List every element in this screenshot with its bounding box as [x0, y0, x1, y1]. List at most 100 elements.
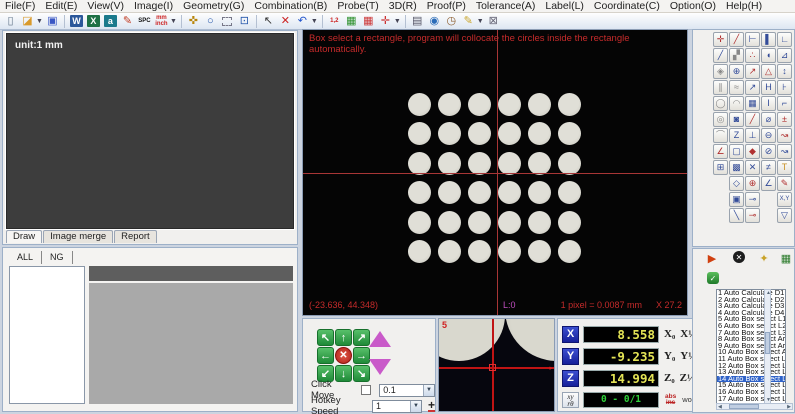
- delete-icon[interactable]: ✕: [277, 14, 293, 29]
- open-file-icon[interactable]: ◪: [20, 14, 36, 29]
- palette-tool-r9c3[interactable]: ✕: [745, 160, 760, 175]
- tab-report[interactable]: Report: [114, 230, 157, 243]
- export-pdf-icon[interactable]: ✎: [119, 14, 135, 29]
- palette-tool-r5c3[interactable]: ▦: [745, 96, 760, 111]
- dropdown-arrow-icon[interactable]: ▼: [170, 18, 177, 25]
- palette-tool-r8c1[interactable]: ∠: [713, 144, 728, 159]
- tab-draw[interactable]: Draw: [6, 230, 42, 243]
- palette-tool-r3c3[interactable]: ↗: [745, 64, 760, 79]
- program-step-list[interactable]: 1 Auto Calculate D1 (C23,2 Auto Calculat…: [716, 289, 786, 404]
- axis-zero-button[interactable]: Y₀: [664, 350, 675, 362]
- jog-right-button[interactable]: →: [353, 347, 370, 364]
- palette-tool-r4c5[interactable]: ⊦: [777, 80, 792, 95]
- dropdown-arrow-icon[interactable]: ▼: [477, 18, 484, 25]
- scroll-up-icon[interactable]: ▲: [766, 290, 771, 296]
- palette-tool-r8c5[interactable]: ↝: [777, 144, 792, 159]
- palette-tool-r2c5[interactable]: ⊿: [777, 48, 792, 63]
- palette-tool-r1c4[interactable]: ▌: [761, 32, 776, 47]
- palette-tool-r5c4[interactable]: I: [761, 96, 776, 111]
- menu-item-3d[interactable]: 3D(R): [384, 0, 422, 12]
- palette-tool-r8c4[interactable]: ⊘: [761, 144, 776, 159]
- globe-icon[interactable]: ◉: [426, 14, 442, 29]
- draw-canvas[interactable]: unit:1 mm: [6, 33, 294, 229]
- palette-tool-r10c3[interactable]: ⊕: [745, 176, 760, 191]
- z-up-button[interactable]: [369, 331, 391, 347]
- jog-up-left-button[interactable]: ↖: [317, 329, 334, 346]
- palette-tool-r7c3[interactable]: ⊥: [745, 128, 760, 143]
- dropdown-arrow-icon[interactable]: ▼: [394, 18, 401, 25]
- menu-item-tolerance[interactable]: Tolerance(A): [471, 0, 541, 12]
- check-icon[interactable]: ✓: [707, 272, 719, 284]
- palette-tool-r6c1[interactable]: ◎: [713, 112, 728, 127]
- palette-tool-r6c4[interactable]: ⌀: [761, 112, 776, 127]
- palette-tool-r9c5[interactable]: T: [777, 160, 792, 175]
- scrollbar-thumb[interactable]: [729, 404, 759, 409]
- z-down-button[interactable]: [369, 359, 391, 375]
- palette-tool-r7c4[interactable]: ⊖: [761, 128, 776, 143]
- click-move-checkbox[interactable]: [361, 385, 371, 395]
- palette-tool-r4c1[interactable]: ∥: [713, 80, 728, 95]
- edit-icon[interactable]: ✦: [757, 251, 771, 265]
- menu-item-coordinate[interactable]: Coordinate(C): [589, 0, 665, 12]
- palette-tool-r3c2[interactable]: ⊕: [729, 64, 744, 79]
- axis-x-button[interactable]: X: [562, 326, 579, 343]
- speed-plus-button[interactable]: +: [428, 400, 435, 412]
- palette-tool-r11c2[interactable]: ▣: [729, 192, 744, 207]
- palette-tool-r4c2[interactable]: ≈: [729, 80, 744, 95]
- axis-y-button[interactable]: Y: [562, 348, 579, 365]
- palette-tool-r10c5[interactable]: ✎: [777, 176, 792, 191]
- jog-up-button[interactable]: ↑: [335, 329, 352, 346]
- chevron-down-icon[interactable]: ▼: [423, 385, 434, 396]
- palette-tool-r5c1[interactable]: ◯: [713, 96, 728, 111]
- palette-tool-r11c5[interactable]: X,Y: [777, 192, 792, 207]
- palette-tool-r12c2[interactable]: ╲: [729, 208, 744, 223]
- program-step[interactable]: 17 Auto Box select L10: [717, 396, 785, 403]
- jog-left-button[interactable]: ←: [317, 347, 334, 364]
- palette-tool-r5c2[interactable]: ◠: [729, 96, 744, 111]
- jog-stop-button[interactable]: ✕: [335, 347, 352, 364]
- palette-tool-r6c5[interactable]: ±: [777, 112, 792, 127]
- jog-up-right-button[interactable]: ↗: [353, 329, 370, 346]
- save-icon[interactable]: ▣: [44, 14, 60, 29]
- palette-tool-r9c4[interactable]: ≠: [761, 160, 776, 175]
- palette-tool-r1c1[interactable]: ✛: [713, 32, 728, 47]
- camera-view[interactable]: Box select a rectangle, program will col…: [302, 29, 688, 316]
- new-file-icon[interactable]: ▯: [3, 14, 19, 29]
- palette-tool-r6c3[interactable]: ╱: [745, 112, 760, 127]
- pointer-icon[interactable]: ↖: [260, 14, 276, 29]
- palette-tool-r6c2[interactable]: ◙: [729, 112, 744, 127]
- palette-tool-r1c3[interactable]: ⊢: [745, 32, 760, 47]
- dropdown-arrow-icon[interactable]: ▼: [311, 18, 318, 25]
- grid-red-icon[interactable]: ▦: [360, 14, 376, 29]
- tab-all[interactable]: ALL: [9, 251, 42, 264]
- palette-tool-r7c1[interactable]: ⌒: [713, 128, 728, 143]
- crosshair-icon[interactable]: ✛: [377, 14, 393, 29]
- scroll-right-icon[interactable]: ▶: [787, 404, 791, 410]
- grid-green-icon[interactable]: ▦: [343, 14, 359, 29]
- palette-tool-r3c5[interactable]: ↕: [777, 64, 792, 79]
- coordinate-mode-button[interactable]: xyrθ: [562, 392, 579, 408]
- palette-tool-r8c2[interactable]: ▢: [729, 144, 744, 159]
- results-list[interactable]: [9, 266, 85, 404]
- abs-inc-toggle[interactable]: absinc: [665, 394, 676, 406]
- palette-tool-r2c4[interactable]: ◖: [761, 48, 776, 63]
- palette-tool-r2c1[interactable]: ╱: [713, 48, 728, 63]
- grid-view-icon[interactable]: ▦: [779, 251, 793, 265]
- tab-image-merge[interactable]: Image merge: [43, 230, 113, 243]
- spc-icon[interactable]: SPC: [136, 14, 152, 29]
- palette-tool-r7c2[interactable]: Z: [729, 128, 744, 143]
- horizontal-scrollbar[interactable]: ◀ ▶: [716, 403, 793, 410]
- export-word-icon[interactable]: W: [68, 14, 84, 29]
- palette-tool-r9c2[interactable]: ▩: [729, 160, 744, 175]
- scrollbar-thumb[interactable]: [765, 332, 770, 354]
- palette-tool-r12c5[interactable]: ▽: [777, 208, 792, 223]
- run-icon[interactable]: ▶: [705, 251, 719, 265]
- palette-tool-r2c3[interactable]: ∴: [745, 48, 760, 63]
- stop-icon[interactable]: ✕: [733, 251, 745, 263]
- pan-hand-icon[interactable]: ✜: [185, 14, 201, 29]
- clock-icon[interactable]: ◷: [443, 14, 459, 29]
- label-12-icon[interactable]: 1,2: [326, 14, 342, 29]
- menu-item-option[interactable]: Option(O): [665, 0, 721, 12]
- palette-tool-r8c3[interactable]: ◆: [745, 144, 760, 159]
- menu-item-image[interactable]: Image(I): [129, 0, 178, 12]
